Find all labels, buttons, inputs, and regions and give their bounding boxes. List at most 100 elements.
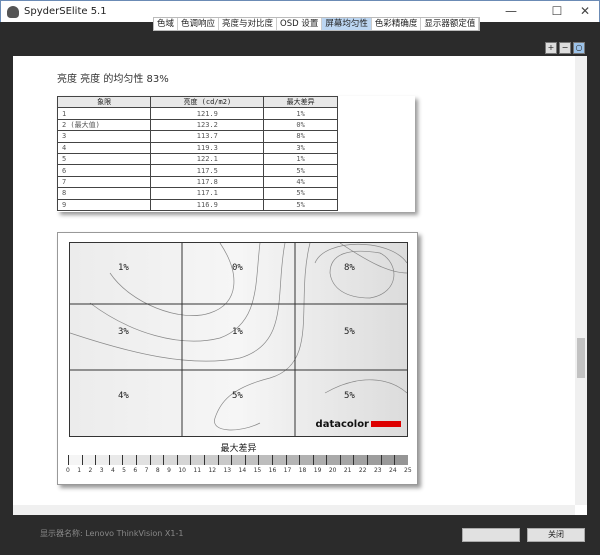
legend-tick-label: 20 <box>328 467 337 474</box>
table-cell: 117.1 <box>150 187 265 200</box>
secondary-button[interactable] <box>462 528 520 542</box>
legend-swatch <box>163 455 177 465</box>
legend-swatch <box>231 455 245 465</box>
legend-tick-label: 0 <box>66 467 70 474</box>
uniformity-map-panel: 1% 0% 8% 3% 1% 5% 4% 5% 5% datacolor 最大差… <box>57 232 418 485</box>
tab-1[interactable]: 色调响应 <box>178 18 220 30</box>
table-cell: 117.8 <box>150 175 265 189</box>
column-header: 象限 <box>56 95 152 109</box>
scroll-thumb[interactable] <box>577 338 585 378</box>
legend-scale <box>68 455 408 465</box>
legend-tick-label: 13 <box>223 467 232 474</box>
legend-swatch <box>353 455 368 465</box>
window-title: SpyderSElite 5.1 <box>24 6 107 17</box>
legend-tick-label: 3 <box>99 467 104 474</box>
table-cell: 119.3 <box>150 141 265 154</box>
legend-tick-label: 12 <box>208 467 217 474</box>
tab-2[interactable]: 亮度与对比度 <box>219 18 278 30</box>
table-cell: 2 (最大值) <box>56 118 152 132</box>
tab-6[interactable]: 显示器额定值 <box>421 18 480 30</box>
maximize-button[interactable]: ☐ <box>547 4 567 20</box>
map-cell-8: 5% <box>232 391 243 401</box>
table-row: 6 117.5 5% <box>56 164 338 177</box>
legend-title: 最大差异 <box>220 444 257 454</box>
table-cell: 116.9 <box>150 198 265 211</box>
legend-swatch <box>203 455 218 465</box>
legend-labels: 0 1 2 3 4 5 6 7 8 9 10 11 12 13 14 15 16 17 18 19 20 21 22 23 24… <box>66 467 412 474</box>
device-name: 显示器名称: Lenovo ThinkVision X1-1 <box>40 529 184 538</box>
close-button[interactable]: ✕ <box>575 4 595 20</box>
legend-swatch <box>149 455 164 465</box>
table-row: 8 117.1 5% <box>56 187 338 200</box>
tab-4[interactable]: 屏幕均匀性 <box>322 18 372 30</box>
legend-swatch <box>312 455 327 465</box>
legend-swatch <box>380 455 395 465</box>
legend-swatch <box>122 455 136 465</box>
legend-swatch <box>81 455 96 465</box>
table-row: 4 119.3 3% <box>56 141 338 154</box>
legend-tick-label: 9 <box>167 467 171 474</box>
datacolor-logo: datacolor <box>316 419 401 430</box>
vertical-scrollbar[interactable] <box>575 56 587 505</box>
legend-swatch <box>394 455 408 465</box>
uniformity-heading: 亮度 亮度 的均匀性 83% <box>57 74 169 85</box>
map-cell-9: 5% <box>344 391 355 401</box>
table-cell: 122.1 <box>150 152 265 166</box>
app-icon <box>7 5 19 18</box>
horizontal-scrollbar[interactable] <box>13 505 575 515</box>
table-cell: 8 <box>56 187 152 200</box>
table-cell: 1% <box>263 152 338 166</box>
legend-tick-label: 6 <box>133 467 138 474</box>
table-row: 5 122.1 1% <box>56 152 338 166</box>
legend-swatch <box>217 455 232 465</box>
table-cell: 4 <box>56 141 152 154</box>
table-row: 1 121.9 1% <box>56 107 338 120</box>
legend-tick-label: 2 <box>88 467 93 474</box>
legend-tick-label: 25 <box>404 467 412 474</box>
table-cell: 1 <box>56 107 152 120</box>
table-cell: 0% <box>263 118 338 132</box>
table-cell: 121.9 <box>150 107 265 120</box>
zoom-in-icon[interactable]: + <box>545 42 557 54</box>
map-cell-4: 3% <box>118 327 129 337</box>
table-cell: 6 <box>56 164 152 177</box>
table-cell: 4% <box>263 175 338 189</box>
legend-tick-label: 24 <box>389 467 397 474</box>
close-dialog-button[interactable]: 关闭 <box>527 528 585 542</box>
table-cell: 5 <box>56 152 152 166</box>
uniformity-map: 1% 0% 8% 3% 1% 5% 4% 5% 5% datacolor <box>69 242 408 437</box>
map-cell-2: 0% <box>232 263 243 273</box>
tab-0[interactable]: 色域 <box>154 18 179 30</box>
tab-bar: 色域 色调响应 亮度与对比度 OSD 设置 屏幕均匀性 色彩精确度 显示器额定值 <box>153 17 481 31</box>
legend-swatch <box>68 455 82 465</box>
legend-tick-label: 11 <box>193 467 202 474</box>
legend-tick-label: 8 <box>155 467 160 474</box>
legend-tick-label: 15 <box>253 467 262 474</box>
legend-swatch <box>367 455 381 465</box>
legend-tick-label: 21 <box>343 467 352 474</box>
legend-swatch <box>258 455 272 465</box>
legend-tick-label: 4 <box>110 467 115 474</box>
table-cell: 5% <box>263 187 338 200</box>
legend-tick-label: 23 <box>373 467 382 474</box>
table-cell: 7 <box>56 175 152 189</box>
tab-3[interactable]: OSD 设置 <box>277 18 323 30</box>
report-page: 亮度 亮度 的均匀性 83% 象限 亮度 (cd/m2) 最大差异 1 121.9 1% 2… <box>13 56 587 515</box>
zoom-out-icon[interactable]: − <box>559 42 571 54</box>
legend-swatch <box>190 455 204 465</box>
zoom-fit-icon[interactable]: ○ <box>573 42 585 54</box>
zoom-toolbar: + − ○ <box>545 42 585 54</box>
minimize-button[interactable]: — <box>501 4 521 20</box>
legend-swatch <box>339 455 354 465</box>
legend-swatch <box>271 455 286 465</box>
map-cell-7: 4% <box>118 391 129 401</box>
tab-5[interactable]: 色彩精确度 <box>372 18 422 30</box>
table-cell: 5% <box>263 198 338 211</box>
table-cell: 123.2 <box>150 118 265 132</box>
legend-tick-label: 5 <box>122 467 126 474</box>
table-cell: 113.7 <box>150 130 265 143</box>
legend-tick-label: 22 <box>358 467 367 474</box>
legend-swatch <box>299 455 313 465</box>
table-row: 3 113.7 8% <box>56 130 338 143</box>
legend-swatch <box>244 455 259 465</box>
